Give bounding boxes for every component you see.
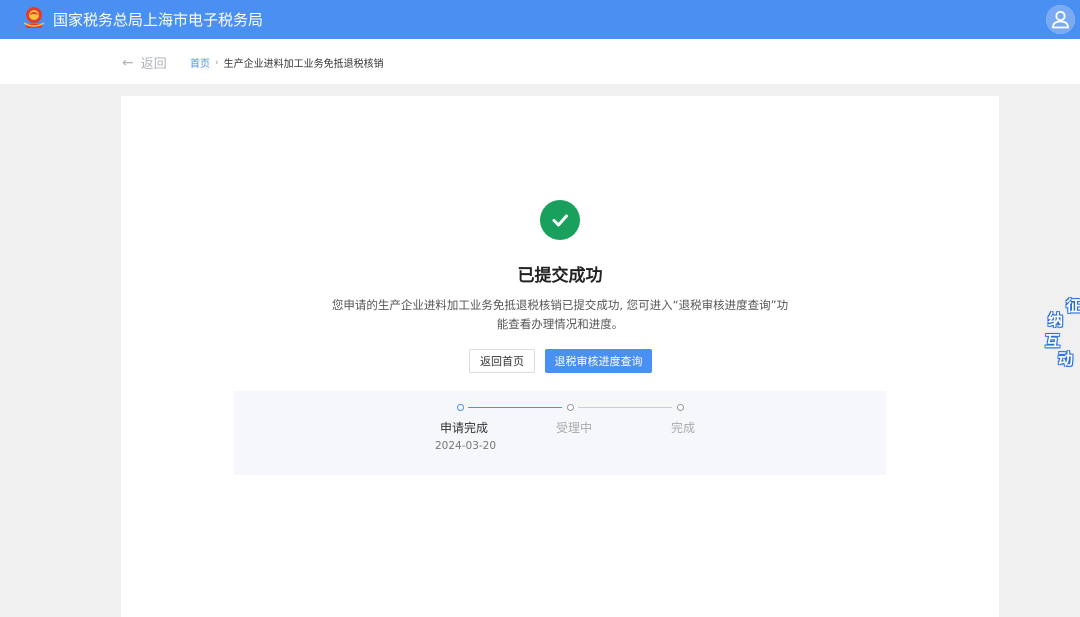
success-description: 您申请的生产企业进料加工业务免抵退税核销已提交成功, 您可进入“退税审核进度查询… xyxy=(310,296,810,334)
breadcrumb: 首页 › 生产企业进料加工业务免抵退税核销 xyxy=(190,55,384,71)
step-date-applied: 2024-03-20 xyxy=(435,440,497,452)
tax-emblem-icon xyxy=(22,5,46,33)
step-dot-complete xyxy=(677,404,684,411)
back-label: 返回 xyxy=(140,57,167,72)
return-home-button[interactable]: 返回首页 xyxy=(469,349,535,373)
navigation-bar: ← 返回 首页 › 生产企业进料加工业务免抵退税核销 xyxy=(0,39,1080,84)
top-header-bar: 国家税务总局上海市电子税务局 xyxy=(0,0,1080,39)
success-title: 已提交成功 xyxy=(517,266,603,286)
arrow-left-icon: ← xyxy=(122,54,134,71)
site-title: 国家税务总局上海市电子税务局 xyxy=(53,11,264,29)
success-description-line: 您申请的生产企业进料加工业务免抵退税核销已提交成功, 您可进入“退税审核进度查询… xyxy=(331,298,789,312)
step-label-complete: 完成 xyxy=(671,421,696,435)
widget-char: 纳 xyxy=(1048,311,1064,329)
user-icon xyxy=(1046,5,1075,34)
step-label-applied: 申请完成 xyxy=(440,421,489,435)
progress-steps: 申请完成 受理中 完成 2024-03-20 xyxy=(234,391,886,475)
user-avatar[interactable] xyxy=(1046,5,1075,34)
breadcrumb-home-link[interactable]: 首页 xyxy=(190,55,210,70)
step-connector-pending xyxy=(578,407,672,408)
breadcrumb-separator: › xyxy=(215,57,219,68)
step-connector-completed xyxy=(468,407,562,408)
step-dot-processing xyxy=(567,404,574,411)
success-description-line: 能查看办理情况和进度。 xyxy=(496,317,624,331)
check-circle-icon xyxy=(540,200,580,240)
step-dot-applied xyxy=(457,404,464,411)
back-button[interactable]: ← 返回 xyxy=(122,53,167,73)
breadcrumb-current: 生产企业进料加工业务免抵退税核销 xyxy=(223,59,384,70)
step-label-processing: 受理中 xyxy=(556,421,593,435)
widget-char: 征 xyxy=(1066,297,1080,315)
result-card: 已提交成功 您申请的生产企业进料加工业务免抵退税核销已提交成功, 您可进入“退税… xyxy=(121,96,999,617)
refund-progress-query-button[interactable]: 退税审核进度查询 xyxy=(545,349,652,373)
widget-char: 动 xyxy=(1058,350,1074,368)
tax-interaction-widget[interactable]: 征 纳 互 动 xyxy=(1040,293,1080,371)
